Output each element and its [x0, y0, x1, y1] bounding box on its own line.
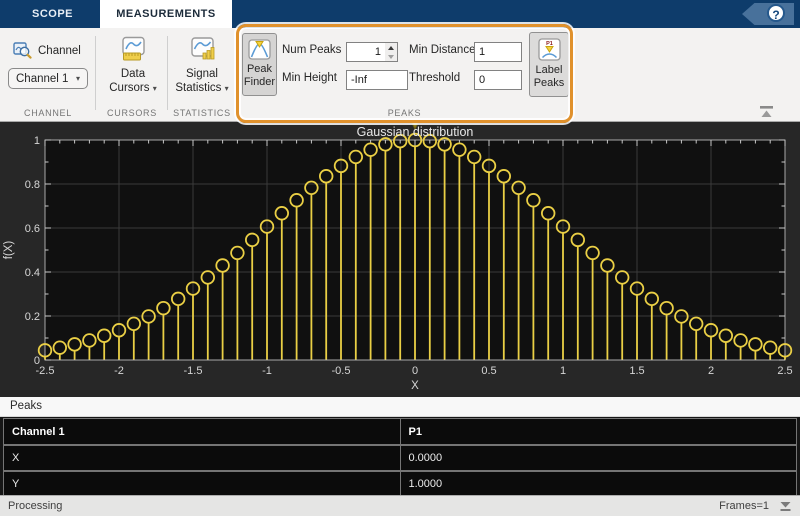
- peak-finder-button[interactable]: Peak Finder: [242, 33, 277, 96]
- section-divider: [167, 36, 168, 110]
- peaks-table: Channel 1 P1 X 0.0000 Y 1.0000: [3, 418, 797, 498]
- scope-window: SCOPE MEASUREMENTS ? Channel Channel 1 ▾…: [0, 0, 800, 516]
- label-peaks-button[interactable]: P1 Label Peaks: [529, 32, 569, 97]
- peaks-panel: Peaks Channel 1 P1 X 0.0000 Y 1.0000: [0, 397, 800, 498]
- section-label-statistics: STATISTICS: [173, 108, 231, 118]
- min-distance-input[interactable]: [474, 42, 522, 62]
- signal-statistics-button[interactable]: Signal Statistics ▾: [170, 36, 234, 96]
- peaks-row-x-label: X: [3, 444, 401, 472]
- stepper-down-icon[interactable]: [385, 52, 397, 61]
- y-tick-label: 1: [34, 135, 40, 147]
- section-label-channel: CHANNEL: [24, 108, 72, 118]
- status-bar: Processing Frames=1: [0, 495, 800, 516]
- x-tick-label: 1.5: [629, 365, 644, 377]
- peaks-row-y-value: 1.0000: [399, 470, 797, 498]
- y-tick-label: 0.2: [25, 311, 40, 323]
- status-text: Processing: [8, 500, 63, 512]
- peaks-panel-title: Peaks: [10, 400, 42, 412]
- signal-statistics-label: Signal Statistics ▾: [175, 68, 229, 94]
- x-axis-label: X: [411, 380, 419, 392]
- frames-counter: Frames=1: [719, 500, 769, 512]
- data-cursors-button[interactable]: Data Cursors ▾: [102, 36, 164, 96]
- peaks-table-header-channel: Channel 1: [3, 418, 401, 446]
- peaks-table-header-row: Channel 1 P1: [3, 418, 797, 446]
- tab-bar: SCOPE MEASUREMENTS ?: [0, 0, 800, 28]
- scope-display: Gaussian distribution -2.5 -2 -1.5 -1 -0.5 0 0.…: [0, 111, 800, 397]
- y-tick-label: 0.4: [25, 267, 40, 279]
- tab-scope[interactable]: SCOPE: [19, 0, 86, 28]
- x-tick-label: 1: [560, 365, 566, 377]
- table-row: Y 1.0000: [3, 470, 797, 498]
- peaks-panel-header: Peaks: [0, 397, 800, 417]
- threshold-label: Threshold: [409, 72, 461, 84]
- chevron-down-icon: ▾: [75, 74, 80, 83]
- x-tick-label: -1.5: [184, 365, 203, 377]
- num-peaks-input[interactable]: [346, 42, 386, 62]
- peaks-row-x-value: 0.0000: [399, 444, 797, 472]
- channel-button[interactable]: Channel: [13, 42, 81, 59]
- peak-finder-icon: [248, 39, 271, 60]
- y-tick-label: 0: [34, 355, 40, 367]
- stepper-up-icon[interactable]: [385, 43, 397, 52]
- y-tick-label: 0.6: [25, 223, 40, 235]
- channel-button-label: Channel: [38, 44, 81, 57]
- collapse-toolstrip-button[interactable]: [755, 104, 779, 120]
- y-axis-label: f(X): [3, 241, 15, 260]
- channel-icon: [13, 42, 32, 59]
- x-tick-label: -1: [262, 365, 272, 377]
- section-divider: [95, 36, 96, 110]
- min-height-input[interactable]: [346, 70, 408, 90]
- peaks-table-header-p1: P1: [399, 418, 797, 446]
- num-peaks-stepper[interactable]: [385, 42, 398, 62]
- help-button[interactable]: ?: [742, 3, 794, 25]
- peaks-row-y-label: Y: [3, 470, 401, 498]
- tab-measurements[interactable]: MEASUREMENTS: [100, 0, 232, 28]
- num-peaks-label: Num Peaks: [282, 44, 342, 56]
- x-tick-label: 0: [412, 365, 418, 377]
- x-tick-label: -2: [114, 365, 124, 377]
- chevron-down-icon: ▾: [224, 84, 229, 93]
- y-tick-label: 0.8: [25, 179, 40, 191]
- data-cursors-label: Data Cursors ▾: [109, 68, 157, 94]
- chart-title: Gaussian distribution: [357, 125, 474, 139]
- min-height-label: Min Height: [282, 72, 337, 84]
- section-label-cursors: CURSORS: [107, 108, 157, 118]
- data-cursors-icon: [121, 36, 145, 61]
- signal-statistics-icon: [190, 37, 214, 60]
- x-tick-label: -0.5: [332, 365, 351, 377]
- stem-plot[interactable]: Gaussian distribution-2.5 -2 -1.5 -1 -0.5 0 0.…: [0, 111, 800, 397]
- collapse-up-icon: [760, 106, 773, 117]
- channel-select[interactable]: Channel 1 ▾: [8, 68, 88, 89]
- peak-finder-label: Peak Finder: [243, 63, 276, 88]
- chevron-down-icon: ▾: [152, 84, 157, 93]
- label-peaks-icon: P1: [537, 38, 561, 61]
- channel-select-value: Channel 1: [16, 72, 69, 85]
- toolstrip: Channel Channel 1 ▾ CHANNEL Data Cursors…: [0, 24, 800, 123]
- section-label-peaks: PEAKS: [387, 108, 422, 118]
- x-tick-label: 2: [708, 365, 714, 377]
- label-peaks-label: Label Peaks: [533, 64, 565, 89]
- table-row: X 0.0000: [3, 444, 797, 472]
- help-icon: ?: [767, 4, 785, 22]
- threshold-input[interactable]: [474, 70, 522, 90]
- x-tick-label: 2.5: [777, 365, 792, 377]
- min-distance-label: Min Distance: [409, 44, 476, 56]
- x-tick-label: 0.5: [481, 365, 496, 377]
- collapse-panel-down-icon[interactable]: [779, 501, 792, 512]
